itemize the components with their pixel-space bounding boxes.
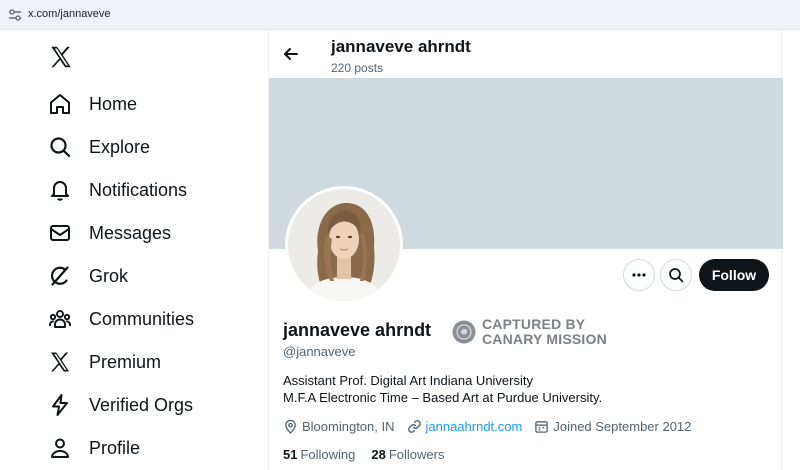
joined-text: Joined September 2012 [553, 418, 692, 434]
sidebar-item-communities[interactable]: Communities [48, 301, 248, 337]
sidebar-item-home[interactable]: Home [48, 86, 248, 122]
sidebar-item-label: Profile [89, 437, 141, 458]
canary-mission-watermark: CAPTURED BY CANARY MISSION [452, 316, 607, 348]
more-options-button[interactable] [623, 259, 655, 291]
sidebar-item-label: Messages [89, 222, 172, 243]
joined-item: Joined September 2012 [534, 419, 691, 434]
calendar-icon [535, 420, 549, 433]
sidebar-item-label: Communities [89, 308, 195, 329]
home-icon [50, 94, 70, 114]
x-logo-icon[interactable] [48, 44, 74, 70]
profile-meta: Bloomington, IN jannaahrndt.com Joined S… [283, 417, 703, 435]
sidebar-item-explore[interactable]: Explore [48, 129, 248, 165]
follow-button[interactable]: Follow [699, 259, 769, 291]
sidebar-item-verified-orgs[interactable]: Verified Orgs [48, 387, 248, 423]
x-logo-icon [51, 352, 69, 372]
profile-header-bar: jannaveve ahrndt 220 posts [269, 30, 783, 78]
header-profile-name: jannaveve ahrndt [331, 37, 471, 56]
url-text[interactable]: x.com/jannaveve [28, 8, 111, 20]
grok-icon [50, 266, 69, 286]
sidebar-item-premium[interactable]: Premium [48, 344, 248, 380]
followers-link[interactable]: 28 Followers [371, 447, 444, 462]
more-dots-icon [632, 273, 646, 277]
bell-icon [51, 181, 69, 201]
canary-seal-icon [452, 320, 476, 344]
watermark-line-1: CAPTURED BY [482, 316, 586, 332]
profile-name: jannaveve ahrndt [283, 320, 432, 340]
sidebar-item-notifications[interactable]: Notifications [48, 172, 248, 208]
sidebar-item-label: Notifications [89, 179, 188, 200]
watermark-line-2: CANARY MISSION [482, 331, 607, 347]
sidebar-item-profile[interactable]: Profile [48, 430, 248, 466]
sidebar-nav: Home Explore Notifications Messages Grok… [0, 30, 268, 470]
search-icon [669, 268, 684, 283]
avatar[interactable] [285, 186, 403, 304]
location-text: Bloomington, IN [302, 418, 395, 434]
sidebar-item-label: Verified Orgs [89, 394, 194, 415]
sidebar-item-label: Explore [89, 136, 151, 157]
followers-count: 28 [371, 447, 386, 462]
search-profile-button[interactable] [660, 259, 692, 291]
avatar-photo [288, 189, 400, 301]
sidebar-item-label: Grok [89, 265, 129, 286]
person-icon [51, 438, 69, 458]
back-arrow-icon[interactable] [281, 44, 301, 64]
following-count: 51 [283, 447, 298, 462]
sidebar-item-label: Home [89, 93, 138, 114]
bio-line: M.F.A Electronic Time – Based Art at Pur… [283, 390, 603, 405]
communities-icon [49, 310, 71, 328]
profile-column: jannaveve ahrndt 220 posts Follow jannav… [268, 30, 783, 470]
link-icon [407, 419, 421, 433]
header-post-count: 220 posts [331, 61, 384, 75]
profile-stats: 51 Following 28 Followers [283, 447, 460, 462]
location-pin-icon [285, 419, 296, 434]
followers-label: Followers [388, 447, 445, 462]
sidebar-item-grok[interactable]: Grok [48, 258, 248, 294]
site-settings-icon[interactable] [8, 9, 22, 21]
bio-line: Assistant Prof. Digital Art Indiana Univ… [283, 373, 533, 388]
search-icon [50, 137, 71, 158]
location-item: Bloomington, IN [283, 419, 395, 434]
profile-bio: Assistant Prof. Digital Art Indiana Univ… [283, 372, 602, 406]
envelope-icon [50, 225, 70, 241]
following-label: Following [300, 447, 356, 462]
sidebar-item-label: Premium [89, 351, 162, 372]
website-link[interactable]: jannaahrndt.com [426, 419, 523, 434]
following-link[interactable]: 51 Following [283, 447, 355, 462]
browser-url-bar[interactable]: x.com/jannaveve [0, 0, 800, 30]
website-item[interactable]: jannaahrndt.com [407, 419, 523, 434]
lightning-icon [52, 394, 68, 416]
sidebar-item-messages[interactable]: Messages [48, 215, 248, 251]
profile-handle: @jannaveve [283, 344, 356, 359]
